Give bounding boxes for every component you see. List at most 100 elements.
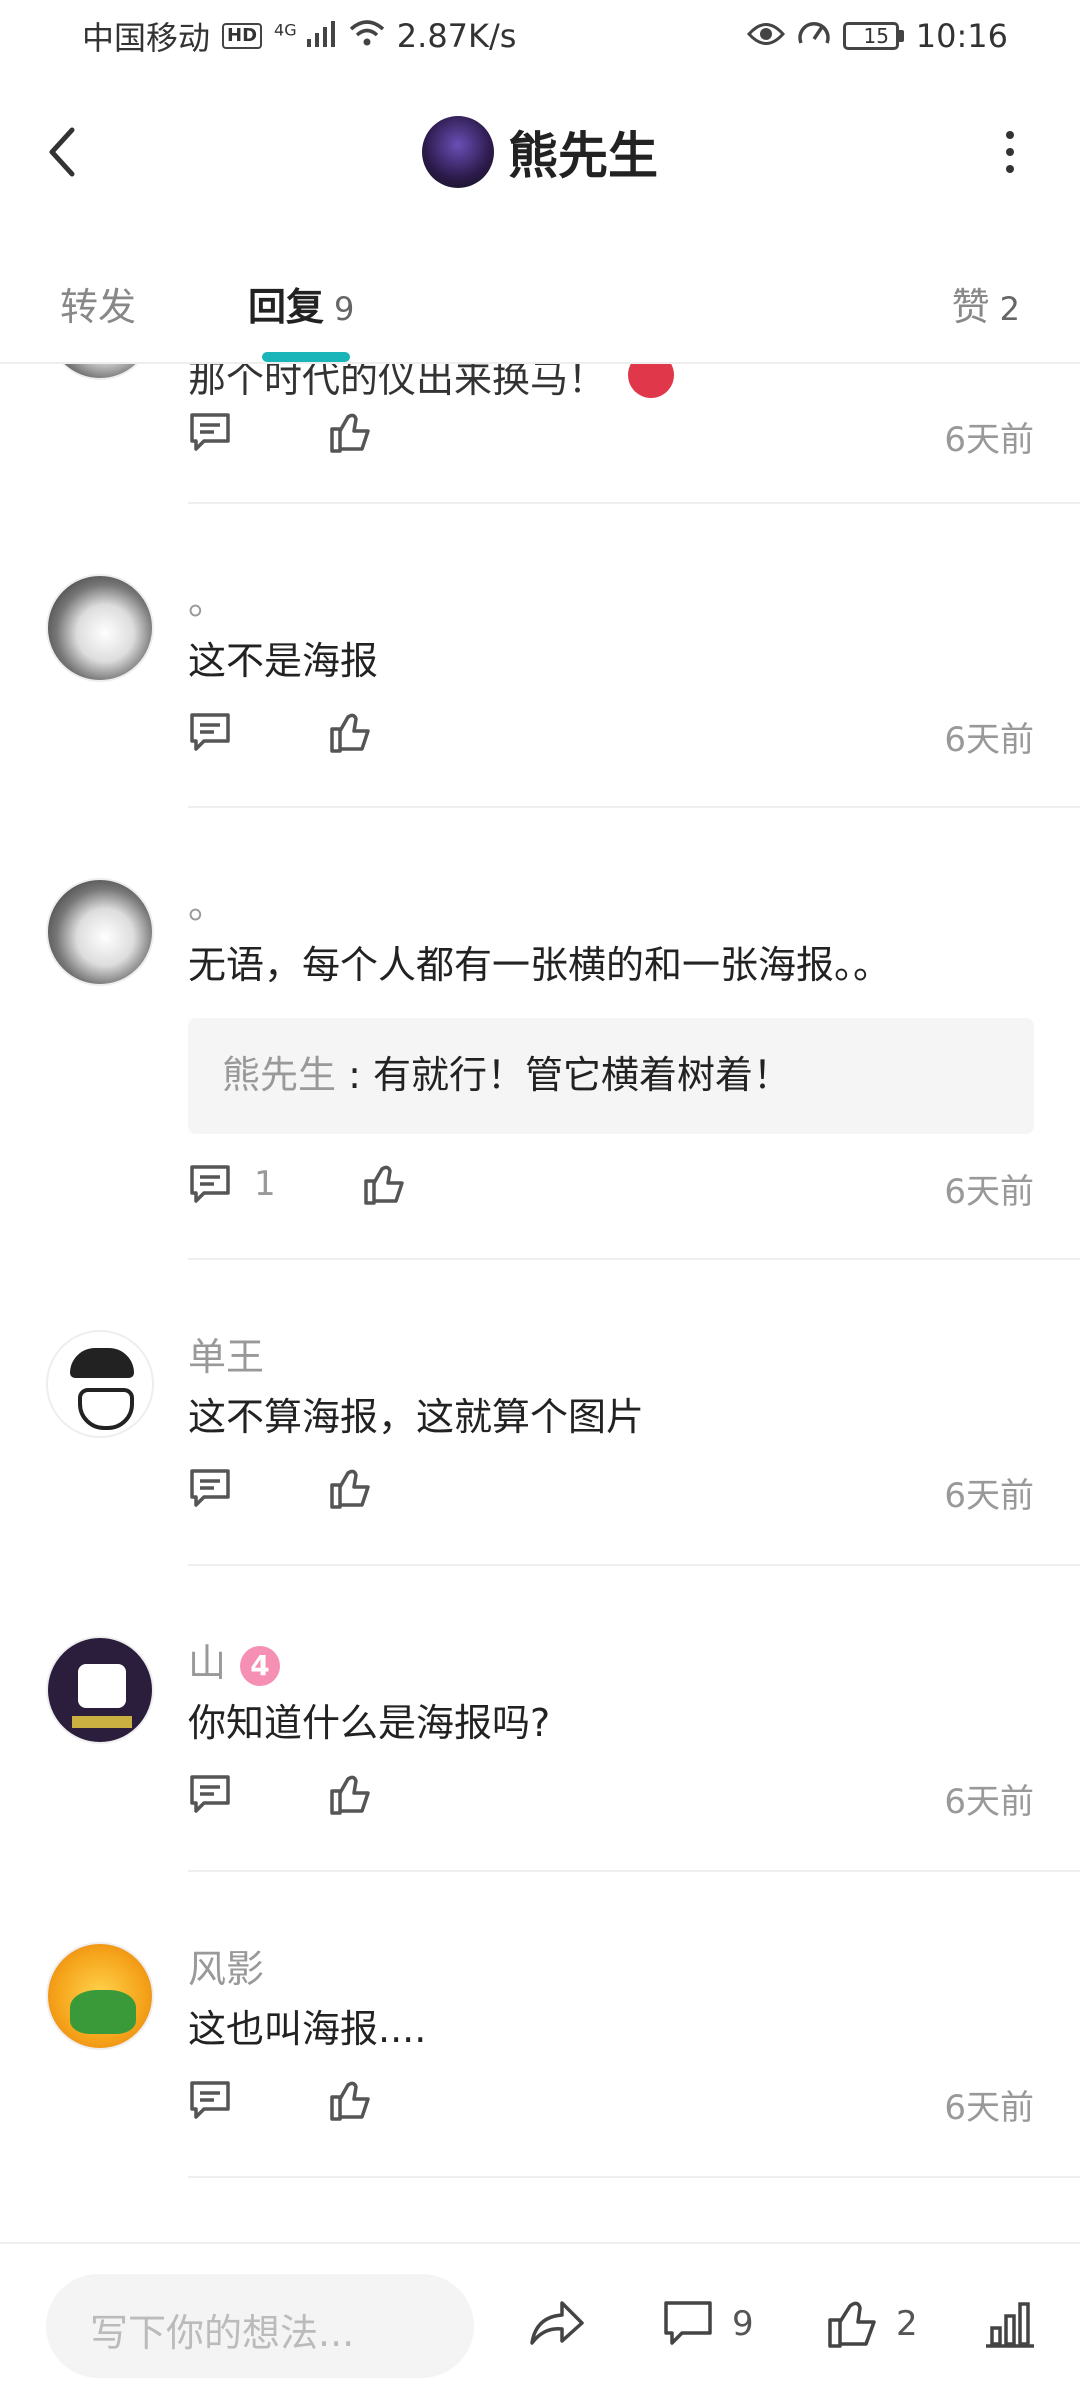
hd-badge: HD bbox=[222, 23, 263, 49]
comment-icon bbox=[190, 413, 230, 451]
comment-time: 6天前 bbox=[944, 2088, 1034, 2128]
comment-text: 这不是海报 bbox=[188, 639, 379, 683]
avatar[interactable] bbox=[46, 574, 154, 682]
comment-text: 你知道什么是海报吗? bbox=[188, 1701, 551, 1745]
like-icon bbox=[828, 2301, 876, 2348]
tab-count: 9 bbox=[334, 290, 355, 328]
tab-reply[interactable]: 回复 9 bbox=[248, 276, 354, 331]
status-left: 中国移动 HD 4G 2.87K/s bbox=[82, 13, 516, 59]
comment-input[interactable]: 写下你的想法... bbox=[46, 2274, 474, 2378]
signal-icon: 4G bbox=[274, 17, 337, 55]
reply-button[interactable] bbox=[188, 408, 238, 458]
status-right: 15 10:16 bbox=[746, 17, 1008, 55]
network-type: 4G bbox=[274, 20, 297, 40]
reply-button[interactable] bbox=[188, 1464, 238, 1514]
share-button[interactable] bbox=[528, 2294, 586, 2354]
like-button[interactable] bbox=[362, 1160, 412, 1210]
comment-text: 这不算海报，这就算个图片 bbox=[188, 1395, 645, 1439]
avatar[interactable] bbox=[46, 1942, 154, 2050]
quoted-user-name[interactable]: 熊先生 bbox=[222, 1053, 336, 1097]
like-button[interactable] bbox=[328, 408, 378, 458]
reply-button[interactable]: 1 bbox=[188, 1160, 276, 1210]
stats-icon bbox=[986, 2302, 1034, 2348]
user-name[interactable]: 风影 bbox=[188, 1938, 264, 1993]
thumbs-up-icon bbox=[330, 2081, 370, 2121]
comment-count: 9 bbox=[732, 2304, 754, 2344]
stats-button[interactable] bbox=[984, 2294, 1036, 2354]
eye-icon bbox=[746, 17, 785, 55]
user-name[interactable]: 单王 bbox=[188, 1326, 264, 1381]
more-button[interactable] bbox=[980, 122, 1040, 182]
comment-text: 这也叫海报.... bbox=[188, 2007, 427, 2051]
comment-list[interactable]: 那个时代的仪出来换马！ 6天前 。 这不是海报 6天前 。 无语，每个人都有一张… bbox=[0, 364, 1080, 2242]
comment-actions: 6天前 bbox=[188, 1460, 1034, 1520]
comment-time: 6天前 bbox=[944, 1782, 1034, 1822]
comment-text: 那个时代的仪出来换马！ bbox=[188, 364, 607, 401]
battery-level: 15 bbox=[863, 24, 889, 48]
comment-icon bbox=[664, 2301, 712, 2345]
comment-actions: 6天前 bbox=[188, 2072, 1034, 2132]
comment-time: 6天前 bbox=[944, 1172, 1034, 1212]
wifi-icon bbox=[349, 17, 385, 55]
tab-label: 赞 bbox=[951, 285, 990, 329]
list-item: 单王 这不算海报，这就算个图片 6天前 bbox=[0, 1260, 1080, 1566]
tab-bar: 转发 回复 9 赞2 bbox=[0, 240, 1080, 364]
tab-label: 转发 bbox=[60, 285, 137, 329]
like-button[interactable] bbox=[328, 1770, 378, 1820]
carrier-label: 中国移动 bbox=[82, 19, 211, 57]
quoted-reply[interactable]: 熊先生 : 有就行！管它横着树着！ bbox=[188, 1018, 1034, 1134]
top-bar: 熊先生 bbox=[0, 72, 1080, 240]
user-name[interactable]: 山4 bbox=[188, 1632, 281, 1687]
comment-time: 6天前 bbox=[944, 1476, 1034, 1516]
user-name[interactable]: 。 bbox=[188, 874, 226, 929]
page-title: 熊先生 bbox=[508, 127, 658, 185]
comment-actions: 1 6天前 bbox=[188, 1156, 1034, 1216]
thumbs-up-icon bbox=[330, 1775, 370, 1815]
battery-icon: 15 bbox=[842, 22, 904, 50]
thumbs-up-icon bbox=[330, 413, 370, 453]
comment-icon bbox=[190, 1165, 230, 1203]
avatar[interactable] bbox=[422, 116, 494, 188]
avatar[interactable] bbox=[46, 1636, 154, 1744]
reply-button[interactable] bbox=[188, 2076, 238, 2126]
reply-button[interactable] bbox=[188, 1770, 238, 1820]
avatar[interactable] bbox=[46, 878, 154, 986]
avatar[interactable] bbox=[46, 364, 154, 380]
quoted-text: 有就行！管它横着树着！ bbox=[372, 1053, 791, 1097]
comment-icon bbox=[190, 713, 230, 751]
user-name[interactable]: 。 bbox=[188, 570, 226, 625]
tab-like[interactable]: 赞2 bbox=[952, 276, 1020, 331]
like-button[interactable] bbox=[328, 1464, 378, 1514]
comment-icon bbox=[190, 1469, 230, 1507]
comment-input-placeholder: 写下你的想法... bbox=[90, 2311, 355, 2355]
like-count: 2 bbox=[896, 2304, 918, 2344]
reply-button[interactable] bbox=[188, 708, 238, 758]
like-button[interactable] bbox=[328, 708, 378, 758]
divider bbox=[188, 2176, 1080, 2178]
net-speed: 2.87K/s bbox=[396, 17, 517, 55]
list-item: 山4 你知道什么是海报吗? 6天前 bbox=[0, 1566, 1080, 1872]
comment-text: 无语，每个人都有一张横的和一张海报。。 bbox=[188, 943, 892, 987]
comment-time: 6天前 bbox=[944, 720, 1034, 760]
like-button[interactable]: 2 bbox=[826, 2294, 918, 2354]
tab-repost[interactable]: 转发 bbox=[60, 276, 136, 331]
like-button[interactable] bbox=[328, 2076, 378, 2126]
quote-separator: : bbox=[336, 1053, 373, 1097]
avatar[interactable] bbox=[46, 1330, 154, 1438]
comment-button[interactable]: 9 bbox=[662, 2294, 754, 2354]
bottom-action-bar: 写下你的想法... 9 2 bbox=[0, 2242, 1080, 2400]
tab-label: 回复 bbox=[248, 285, 325, 329]
tab-count: 2 bbox=[999, 290, 1020, 328]
comment-actions: 6天前 bbox=[188, 404, 1034, 464]
speed-icon bbox=[797, 17, 831, 55]
comment-actions: 6天前 bbox=[188, 1766, 1034, 1826]
reply-count: 1 bbox=[254, 1164, 276, 1204]
thumbs-up-icon bbox=[364, 1165, 404, 1205]
list-item: 那个时代的仪出来换马！ 6天前 bbox=[0, 364, 1080, 504]
list-item: 。 无语，每个人都有一张横的和一张海报。。 熊先生 : 有就行！管它横着树着！ … bbox=[0, 808, 1080, 1260]
share-icon bbox=[530, 2301, 584, 2345]
clock: 10:16 bbox=[915, 17, 1008, 55]
title-area[interactable]: 熊先生 bbox=[0, 116, 1080, 188]
comment-icon bbox=[190, 2081, 230, 2119]
comment-actions: 6天前 bbox=[188, 704, 1034, 764]
